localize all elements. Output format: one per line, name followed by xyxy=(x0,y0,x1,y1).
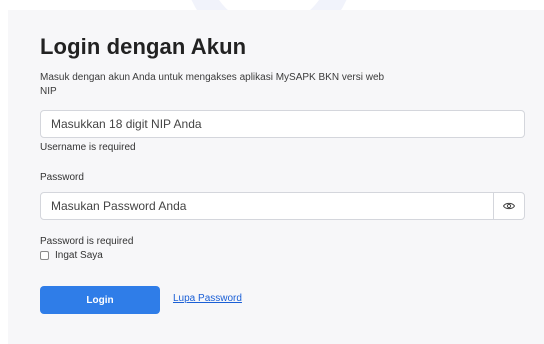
login-button[interactable]: Login xyxy=(40,286,160,314)
password-input[interactable] xyxy=(41,193,494,219)
nip-input[interactable] xyxy=(41,111,524,137)
password-label: Password xyxy=(40,172,84,183)
remember-me[interactable]: Ingat Saya xyxy=(40,250,103,261)
remember-checkbox[interactable] xyxy=(40,251,49,260)
login-description: Masuk dengan akun Anda untuk mengakses a… xyxy=(40,71,440,99)
nip-field xyxy=(40,110,525,138)
password-error: Password is required xyxy=(40,236,134,247)
forgot-password-link[interactable]: Lupa Password xyxy=(173,293,242,304)
show-password-toggle[interactable] xyxy=(493,193,524,219)
page-title: Login dengan Akun xyxy=(40,34,247,59)
password-field xyxy=(40,192,525,220)
eye-icon xyxy=(503,202,515,210)
remember-label: Ingat Saya xyxy=(55,250,103,261)
nip-label: NIP xyxy=(40,86,57,97)
nip-error: Username is required xyxy=(40,142,136,153)
login-card: Login dengan Akun Masuk dengan akun Anda… xyxy=(8,10,544,344)
subtitle-text: Masuk dengan akun Anda untuk mengakses a… xyxy=(40,72,385,83)
